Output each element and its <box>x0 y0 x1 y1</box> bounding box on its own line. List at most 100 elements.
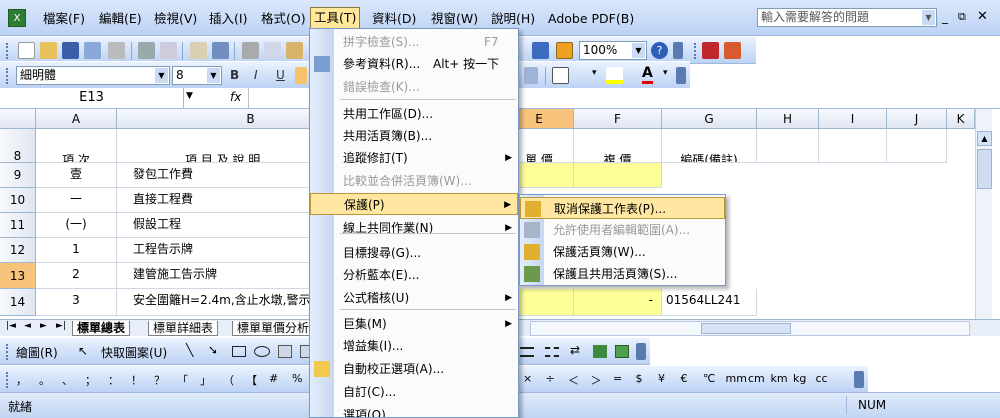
tools-menu-item[interactable]: 保護(P) ▶ <box>310 193 518 215</box>
decrease-indent-icon[interactable] <box>524 67 538 84</box>
protect-menu-item[interactable]: 保護且共用活頁簿(S)... <box>520 263 725 285</box>
tools-menu-item[interactable]: 分析藍本(E)... <box>310 264 518 286</box>
symbol-button[interactable]: cm <box>748 372 765 385</box>
menu-file[interactable]: 檔案(F) <box>40 9 88 29</box>
borders-icon[interactable] <box>552 67 569 84</box>
pdf-convert-icon[interactable] <box>702 42 719 59</box>
row-header[interactable]: 11 <box>0 213 36 238</box>
table-cell[interactable] <box>819 129 887 163</box>
toolbar-options-icon[interactable] <box>676 67 686 84</box>
dash-style-icon[interactable] <box>545 347 559 357</box>
tools-menu-item[interactable]: 目標搜尋(G)... <box>310 242 518 264</box>
fx-icon[interactable]: fx <box>230 90 241 104</box>
save-icon[interactable] <box>62 42 79 59</box>
vertical-scrollbar[interactable]: ▲ <box>975 109 992 319</box>
chevron-down-icon[interactable]: ▼ <box>207 68 220 83</box>
symbol-button[interactable]: ； <box>85 372 96 388</box>
table-cell[interactable] <box>757 129 819 163</box>
research-icon[interactable] <box>212 42 229 59</box>
menu-adobe-pdf[interactable]: Adobe PDF(B) <box>545 9 637 29</box>
scroll-thumb[interactable] <box>701 323 791 334</box>
tools-menu-item[interactable]: 增益集(I)... <box>310 335 518 357</box>
spelling-icon[interactable] <box>190 42 207 59</box>
select-all-corner[interactable] <box>0 109 36 129</box>
symbol-button[interactable]: 」 <box>200 372 211 388</box>
next-sheet-icon[interactable]: ► <box>40 321 47 331</box>
column-header-i[interactable]: I <box>819 109 887 129</box>
column-header-f[interactable]: F <box>574 109 662 129</box>
help-search-input[interactable]: 輸入需要解答的問題 ▼ <box>757 8 937 27</box>
symbol-button[interactable]: ℃ <box>703 372 715 385</box>
symbol-button[interactable]: ： <box>108 372 119 388</box>
menu-view[interactable]: 檢視(V) <box>151 9 200 29</box>
align-left-icon[interactable] <box>295 67 307 84</box>
tools-menu-item[interactable]: 共用活頁簿(B)... <box>310 125 518 147</box>
font-color-icon[interactable]: A <box>642 65 653 84</box>
permission-icon[interactable] <box>84 42 101 59</box>
3d-style-icon[interactable] <box>615 345 629 358</box>
row-header[interactable]: 10 <box>0 188 36 213</box>
toolbar-grip[interactable] <box>6 344 9 360</box>
table-cell[interactable]: 1 <box>36 238 117 263</box>
symbol-button[interactable]: $ <box>636 372 643 385</box>
menu-format[interactable]: 格式(O) <box>258 9 309 29</box>
symbol-button[interactable]: ＜ <box>568 372 579 388</box>
table-cell[interactable]: 一 <box>36 188 117 213</box>
symbol-button[interactable]: # <box>269 372 278 385</box>
chart-wizard-icon[interactable] <box>532 42 549 59</box>
row-header[interactable]: 13 <box>0 263 36 289</box>
restore-icon[interactable]: ⧉ <box>958 10 966 24</box>
toolbar-options-icon[interactable] <box>636 343 646 360</box>
autoshapes-menu-button[interactable]: 快取圖案(U) <box>101 344 167 361</box>
chevron-down-icon[interactable]: ▼ <box>922 10 935 25</box>
symbol-button[interactable]: ！ <box>131 372 142 388</box>
table-cell[interactable]: 編碼(備註) <box>662 129 757 163</box>
preview-icon[interactable] <box>160 42 177 59</box>
row-header[interactable]: 8 <box>0 129 36 163</box>
table-cell[interactable]: 複 價 <box>574 129 662 163</box>
print-preview-icon[interactable] <box>108 42 125 59</box>
tools-menu-item[interactable]: 共用工作區(D)... <box>310 103 518 125</box>
sheet-tab[interactable]: 標單單價分析 <box>232 321 315 336</box>
tools-menu-item[interactable]: 追蹤修訂(T) ▶ <box>310 147 518 169</box>
symbol-button[interactable]: = <box>613 372 622 385</box>
last-sheet-icon[interactable]: ►| <box>56 321 66 331</box>
symbol-button[interactable]: mm <box>726 372 747 385</box>
tools-menu-item[interactable]: 自動校正選項(A)... <box>310 358 518 380</box>
tools-menu-item[interactable]: 線上共同作業(N) ▶ <box>310 217 518 239</box>
symbol-button[interactable]: € <box>681 372 688 385</box>
shadow-style-icon[interactable] <box>593 345 607 358</box>
italic-button[interactable]: I <box>254 68 258 82</box>
table-cell[interactable]: - <box>574 289 662 316</box>
minimize-icon[interactable]: _ <box>942 10 948 24</box>
line-style-icon[interactable] <box>520 347 534 357</box>
column-header-j[interactable]: J <box>887 109 947 129</box>
symbol-button[interactable]: 。 <box>39 372 50 388</box>
tools-menu-item[interactable]: 選項(O)... <box>310 404 518 417</box>
help-icon[interactable]: ? <box>651 42 668 59</box>
symbol-button[interactable]: ＞ <box>591 372 602 388</box>
toolbar-grip[interactable] <box>694 43 697 59</box>
font-name-select[interactable]: 細明體 ▼ <box>16 66 170 85</box>
chevron-down-icon[interactable]: ▼ <box>186 91 193 101</box>
column-header-a[interactable]: A <box>36 109 117 129</box>
row-header[interactable]: 14 <box>0 289 36 316</box>
cut-icon[interactable] <box>242 42 259 59</box>
scroll-up-icon[interactable]: ▲ <box>977 131 992 146</box>
table-cell[interactable]: 3 <box>36 289 117 316</box>
name-box[interactable]: E13 <box>0 88 184 108</box>
oval-icon[interactable] <box>254 346 270 357</box>
row-header[interactable]: 12 <box>0 238 36 263</box>
tools-menu-item[interactable]: 自訂(C)... <box>310 381 518 403</box>
menu-insert[interactable]: 插入(I) <box>206 9 250 29</box>
symbol-button[interactable]: ， <box>16 372 27 388</box>
horizontal-scrollbar[interactable] <box>530 321 970 336</box>
chevron-down-icon[interactable]: ▾ <box>663 68 668 78</box>
table-cell[interactable] <box>574 163 662 188</box>
symbol-button[interactable]: km <box>771 372 788 385</box>
fill-color-icon[interactable] <box>606 67 623 84</box>
column-header-g[interactable]: G <box>662 109 757 129</box>
tools-menu-item[interactable]: 公式稽核(U) ▶ <box>310 287 518 309</box>
column-header-h[interactable]: H <box>757 109 819 129</box>
rectangle-icon[interactable] <box>232 346 246 357</box>
